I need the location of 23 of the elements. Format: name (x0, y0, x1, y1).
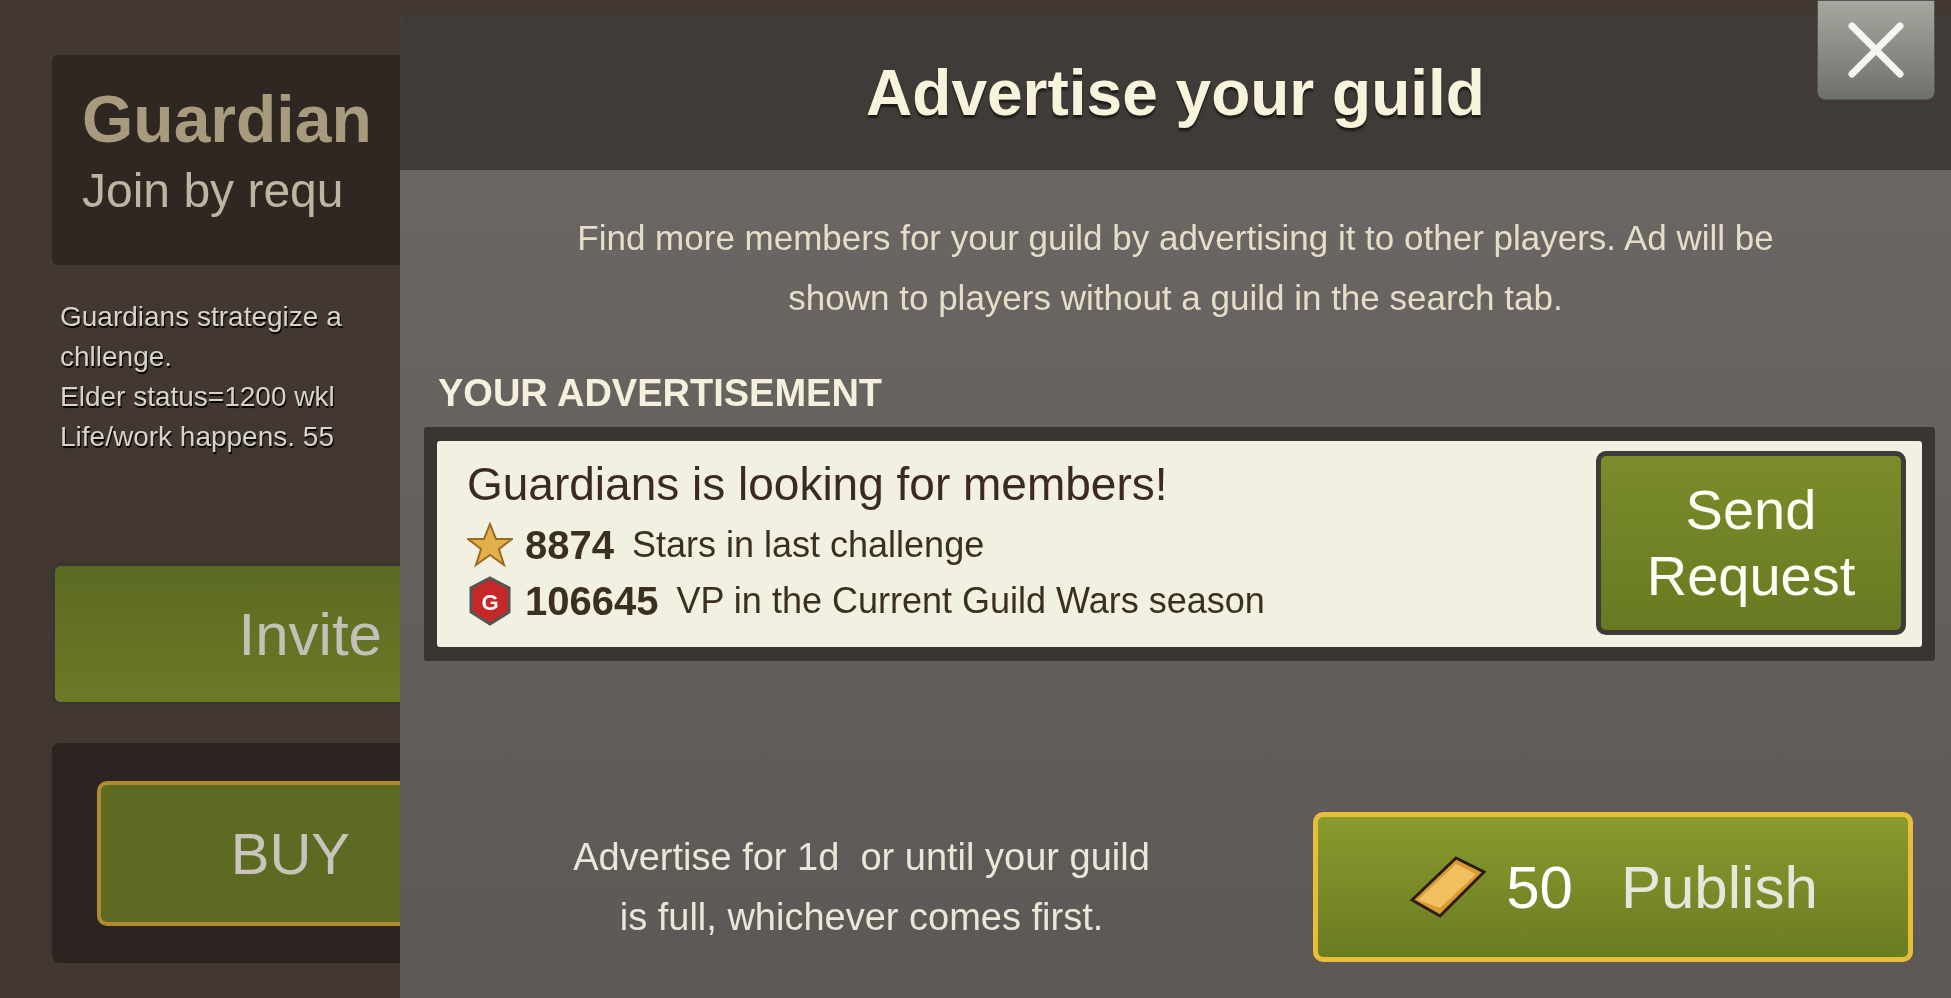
invite-button[interactable]: Invite (52, 563, 400, 705)
guild-description: Guardians strategize a (60, 301, 343, 333)
badge-icon: G (467, 576, 513, 626)
publish-button[interactable]: 50 Publish (1313, 812, 1913, 962)
guild-description: Elder status=1200 wkl (60, 381, 336, 413)
buy-button[interactable]: BUY (97, 781, 400, 926)
send-request-button[interactable]: Send Request (1596, 451, 1906, 635)
section-heading: YOUR ADVERTISEMENT (438, 372, 884, 415)
close-button[interactable] (1817, 0, 1935, 100)
ad-headline: Guardians is looking for members! (467, 457, 1169, 511)
stat-label: VP in the Current Guild Wars season (676, 580, 1265, 622)
stat-value: 106645 (525, 578, 659, 624)
stat-label: Stars in last challenge (632, 524, 985, 566)
close-icon (1846, 20, 1906, 80)
intro-text: Find more members for your guild by advertising it to other players. Ad will be shown to players without a guild in the search tab. (576, 217, 1775, 319)
star-icon (467, 522, 513, 568)
stat-value: 8874 (525, 522, 614, 568)
join-mode: Join by requ (82, 163, 344, 218)
duration-note: Advertise for 1d or until your guild is full, whichever comes first. (572, 835, 1151, 940)
guild-description: chllenge. (60, 341, 174, 373)
guild-name: Guardian (82, 81, 372, 157)
guild-description: Life/work happens. 55 (60, 421, 335, 453)
dialog-title: Advertise your guild (866, 55, 1485, 130)
